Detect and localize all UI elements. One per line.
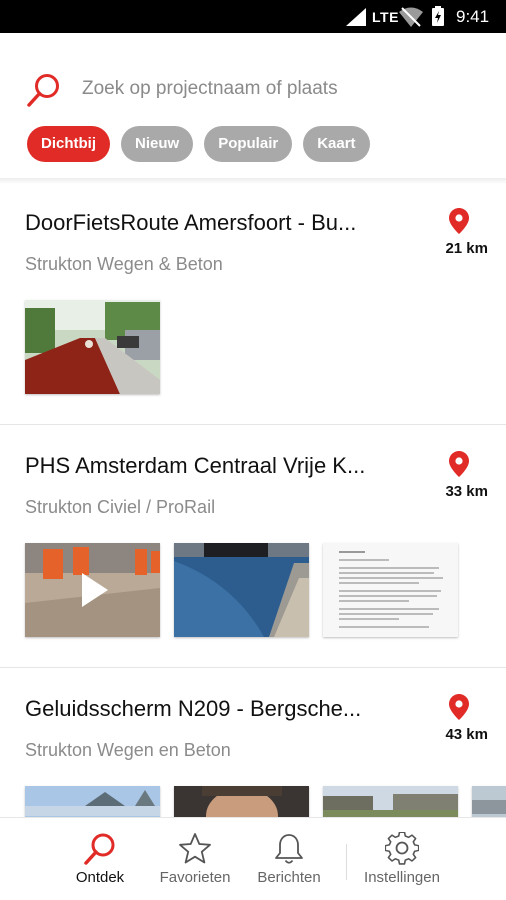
wifi-off-icon [399, 7, 423, 27]
bell-icon [275, 834, 303, 864]
media-thumbnail-photo[interactable] [472, 786, 506, 817]
location-pin-icon [449, 694, 469, 720]
nav-label: Berichten [257, 869, 321, 886]
filter-chips: Dichtbij Nieuw Populair Kaart [27, 126, 370, 162]
project-card[interactable]: DoorFietsRoute Amersfoort - Bu... Strukt… [0, 184, 506, 424]
media-strip [25, 543, 458, 637]
search-input[interactable] [82, 74, 462, 104]
media-thumbnail-document[interactable] [323, 543, 458, 637]
filter-chip-nieuw[interactable]: Nieuw [121, 126, 194, 162]
nav-label: Instellingen [364, 869, 440, 886]
project-title[interactable]: PHS Amsterdam Centraal Vrije K... [25, 453, 417, 479]
project-distance: 43 km [445, 726, 488, 743]
bottom-navigation: Ontdek Favorieten Berichten Instellingen [0, 817, 506, 900]
project-company: Strukton Civiel / ProRail [25, 497, 216, 517]
location-pin-icon [449, 451, 469, 477]
nav-separator [346, 844, 347, 880]
nav-tab-berichten[interactable]: Berichten [241, 818, 337, 898]
project-distance: 21 km [445, 240, 488, 257]
card-divider [0, 667, 506, 668]
search-icon [84, 833, 115, 865]
project-company: Strukton Wegen & Beton [25, 254, 223, 274]
media-strip [25, 786, 506, 817]
network-type: LTE [372, 9, 399, 25]
media-thumbnail-video[interactable] [25, 543, 160, 637]
project-distance: 33 km [445, 483, 488, 500]
nav-label: Ontdek [75, 869, 125, 886]
project-company: Strukton Wegen en Beton [25, 740, 231, 760]
project-card[interactable]: PHS Amsterdam Centraal Vrije K... Strukt… [0, 427, 506, 667]
project-title[interactable]: DoorFietsRoute Amersfoort - Bu... [25, 210, 417, 236]
star-icon [179, 833, 211, 864]
media-thumbnail-photo[interactable] [25, 786, 160, 817]
card-divider [0, 424, 506, 425]
search-bar[interactable] [26, 70, 486, 110]
gear-icon [385, 832, 419, 865]
clock: 9:41 [456, 7, 490, 26]
nav-label: Favorieten [159, 869, 231, 886]
media-thumbnail-photo[interactable] [174, 786, 309, 817]
media-strip [25, 300, 160, 394]
media-thumbnail-photo[interactable] [323, 786, 458, 817]
nav-tab-ontdek[interactable]: Ontdek [52, 818, 148, 898]
project-title[interactable]: Geluidsscherm N209 - Bergsche... [25, 696, 417, 722]
signal-icon [346, 8, 366, 26]
search-icon [27, 74, 59, 107]
filter-chip-populair[interactable]: Populair [204, 126, 293, 162]
status-bar: LTE 9:41 [0, 0, 506, 33]
project-card[interactable]: Geluidsscherm N209 - Bergsche... Strukto… [0, 670, 506, 817]
filter-chip-kaart[interactable]: Kaart [303, 126, 370, 162]
media-thumbnail-photo[interactable] [25, 300, 160, 394]
location-pin-icon [449, 208, 469, 234]
nav-tab-instellingen[interactable]: Instellingen [351, 818, 453, 898]
battery-icon [432, 6, 444, 26]
filter-chip-dichtbij[interactable]: Dichtbij [27, 126, 110, 162]
nav-tab-favorieten[interactable]: Favorieten [147, 818, 243, 898]
media-thumbnail-photo[interactable] [174, 543, 309, 637]
